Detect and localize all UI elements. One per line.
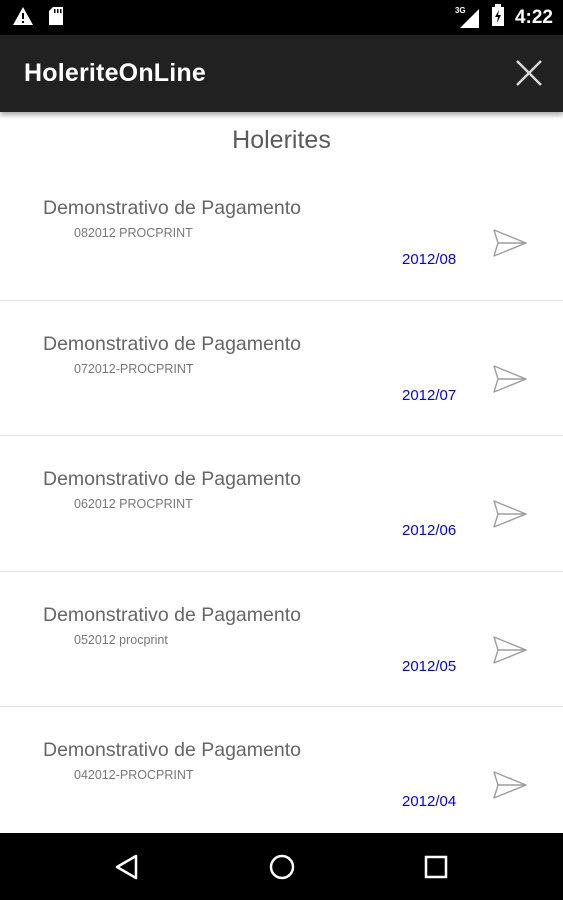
item-title: Demonstrativo de Pagamento bbox=[43, 739, 301, 761]
item-code: 042012-PROCPRINT bbox=[74, 768, 194, 782]
send-icon[interactable] bbox=[492, 635, 528, 665]
list-item[interactable]: Demonstrativo de Pagamento 082012 PROCPR… bbox=[0, 165, 563, 301]
battery-charging-icon bbox=[491, 4, 505, 31]
app-title: HoleriteOnLine bbox=[24, 59, 206, 87]
page-title: Holerites bbox=[232, 126, 331, 154]
item-code: 052012 procprint bbox=[74, 632, 168, 647]
item-title: Demonstrativo de Pagamento bbox=[43, 332, 301, 355]
item-date[interactable]: 2012/06 bbox=[402, 522, 456, 539]
item-title: Demonstrativo de Pagamento bbox=[43, 468, 301, 490]
recents-button[interactable] bbox=[420, 851, 452, 883]
list-item[interactable]: Demonstrativo de Pagamento 072012-PROCPR… bbox=[0, 301, 563, 436]
status-bar: 3G 4:22 bbox=[0, 0, 563, 35]
item-date[interactable]: 2012/08 bbox=[402, 251, 456, 268]
send-icon[interactable] bbox=[492, 364, 528, 394]
list-item[interactable]: Demonstrativo de Pagamento 052012 procpr… bbox=[0, 572, 563, 707]
navigation-bar bbox=[0, 833, 563, 900]
item-code: 062012 PROCPRINT bbox=[74, 497, 193, 511]
home-button[interactable] bbox=[266, 851, 298, 883]
item-date[interactable]: 2012/07 bbox=[402, 387, 456, 404]
item-date[interactable]: 2012/04 bbox=[402, 793, 456, 810]
item-date[interactable]: 2012/05 bbox=[402, 658, 456, 675]
back-icon[interactable] bbox=[111, 851, 143, 883]
item-title: Demonstrativo de Pagamento bbox=[43, 603, 301, 626]
content-area: Holerites Demonstrativo de Pagamento 082… bbox=[0, 112, 563, 833]
item-code: 072012-PROCPRINT bbox=[74, 361, 194, 376]
sd-card-icon bbox=[48, 6, 64, 31]
close-icon[interactable] bbox=[513, 57, 545, 89]
item-code: 082012 PROCPRINT bbox=[74, 226, 193, 240]
app-bar: HoleriteOnLine bbox=[0, 35, 563, 112]
recents-icon[interactable] bbox=[420, 851, 452, 883]
home-icon[interactable] bbox=[266, 851, 298, 883]
warning-icon bbox=[12, 6, 34, 31]
send-icon[interactable] bbox=[492, 228, 528, 258]
back-button[interactable] bbox=[111, 851, 143, 883]
item-title: Demonstrativo de Pagamento bbox=[43, 197, 301, 219]
signal-icon: 3G bbox=[455, 6, 481, 30]
send-icon[interactable] bbox=[492, 499, 528, 529]
holerite-list: Demonstrativo de Pagamento 082012 PROCPR… bbox=[0, 165, 563, 833]
close-button[interactable] bbox=[513, 57, 545, 89]
send-icon[interactable] bbox=[492, 770, 528, 800]
list-item[interactable]: Demonstrativo de Pagamento 062012 PROCPR… bbox=[0, 436, 563, 572]
status-time: 4:22 bbox=[514, 6, 553, 28]
list-item[interactable]: Demonstrativo de Pagamento 042012-PROCPR… bbox=[0, 707, 563, 833]
